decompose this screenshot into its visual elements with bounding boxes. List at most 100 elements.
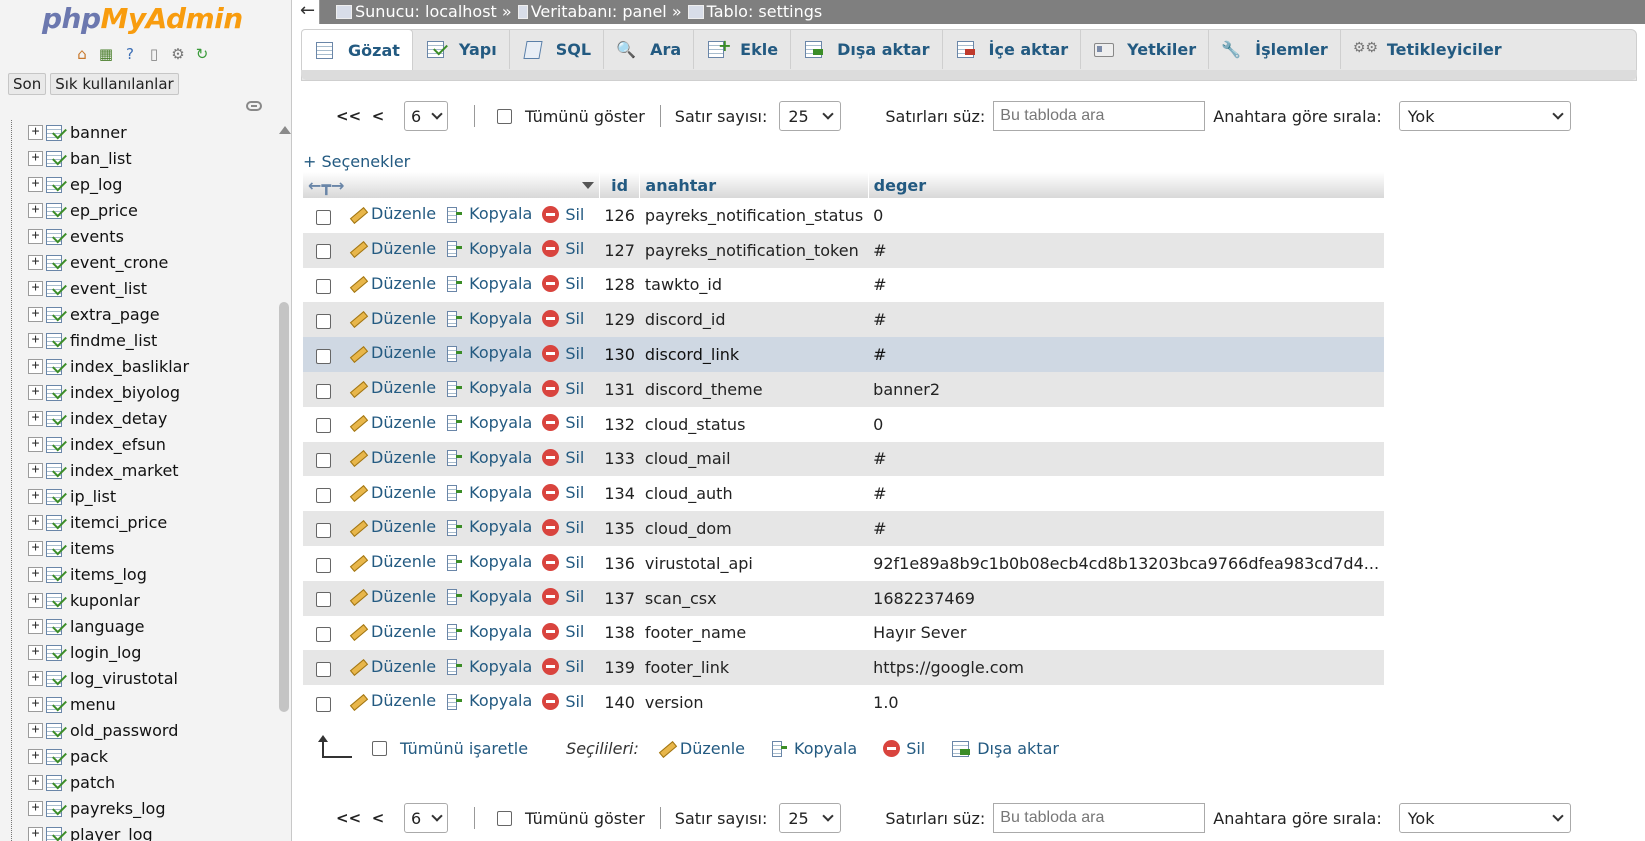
cell-anahtar[interactable]: cloud_dom [639, 511, 869, 546]
table-row[interactable]: Düzenle Kopyala Sil 134 cloud_auth # [303, 476, 1385, 512]
expand-icon[interactable]: + [28, 384, 43, 400]
nav-table-label[interactable]: menu [70, 695, 116, 714]
bulk-export-button[interactable]: Dışa aktar [951, 739, 1059, 758]
row-delete-button[interactable]: Sil [542, 274, 584, 293]
tab-privileges[interactable]: Yetkiler [1081, 29, 1210, 69]
nav-table-label[interactable]: pack [70, 747, 108, 766]
nav-table-label[interactable]: log_virustotal [70, 669, 178, 688]
show-all-label[interactable]: Tümünü göster [525, 107, 645, 126]
column-header-anahtar[interactable]: anahtar [639, 172, 869, 198]
page-select[interactable]: 6 [404, 803, 448, 833]
tab-structure[interactable]: Yapı [413, 29, 510, 69]
expand-icon[interactable]: + [28, 176, 43, 192]
expand-icon[interactable]: + [28, 358, 43, 374]
cell-anahtar[interactable]: discord_id [639, 302, 869, 338]
database-crumb[interactable]: Veritabanı: panel » [517, 2, 682, 21]
table-structure-icon[interactable] [46, 618, 64, 635]
nav-table-item[interactable]: + kuponlar [28, 587, 268, 613]
nav-table-label[interactable]: ban_list [70, 149, 132, 168]
table-structure-icon[interactable] [46, 410, 64, 427]
table-structure-icon[interactable] [46, 462, 64, 479]
table-structure-icon[interactable] [46, 228, 64, 245]
tab-export[interactable]: Dışa aktar [791, 29, 943, 69]
cell-anahtar[interactable]: discord_link [639, 337, 869, 372]
cell-anahtar[interactable]: cloud_mail [639, 441, 869, 477]
nav-table-item[interactable]: + index_market [28, 457, 268, 483]
row-copy-button[interactable]: Kopyala [446, 622, 532, 641]
nav-table-item[interactable]: + findme_list [28, 327, 268, 353]
table-structure-icon[interactable] [46, 176, 64, 193]
table-structure-icon[interactable] [46, 332, 64, 349]
nav-table-label[interactable]: event_list [70, 279, 147, 298]
nav-table-item[interactable]: + ep_log [28, 171, 268, 197]
filter-rows-input[interactable]: Bu tabloda ara [993, 101, 1206, 131]
nav-table-label[interactable]: itemci_price [70, 513, 167, 532]
expand-icon[interactable]: + [28, 748, 43, 764]
row-copy-button[interactable]: Kopyala [446, 587, 532, 606]
cell-deger[interactable]: 0 [868, 406, 1385, 442]
row-checkbox[interactable] [316, 209, 331, 225]
table-structure-icon[interactable] [46, 826, 64, 841]
nav-table-label[interactable]: items_log [70, 565, 147, 584]
cell-deger[interactable]: https://google.com [868, 650, 1385, 686]
table-row[interactable]: Düzenle Kopyala Sil 127 payreks_notification… [303, 232, 1385, 268]
nav-table-label[interactable]: event_crone [70, 253, 168, 272]
expand-icon[interactable]: + [28, 800, 43, 816]
nav-table-item[interactable]: + index_basliklar [28, 353, 268, 379]
tab-search[interactable]: 🔍 Ara [604, 29, 695, 69]
row-edit-button[interactable]: Düzenle [348, 239, 436, 258]
expand-icon[interactable]: + [28, 696, 43, 712]
row-delete-button[interactable]: Sil [542, 518, 584, 537]
cell-deger[interactable]: 0 [868, 198, 1385, 233]
table-row[interactable]: Düzenle Kopyala Sil 128 tawkto_id # [303, 267, 1385, 303]
table-structure-icon[interactable] [46, 150, 64, 167]
row-edit-button[interactable]: Düzenle [348, 691, 436, 710]
prev-page-button[interactable]: < [366, 107, 390, 125]
sort-by-key-select[interactable]: Yok [1398, 803, 1571, 833]
row-delete-button[interactable]: Sil [542, 344, 584, 363]
phpmyadmin-logo[interactable]: phpMyAdmin [42, 2, 243, 35]
cell-anahtar[interactable]: footer_link [639, 650, 869, 686]
row-delete-button[interactable]: Sil [542, 657, 584, 676]
check-all-label[interactable]: Tümünü işaretle [400, 739, 528, 758]
row-delete-button[interactable]: Sil [542, 379, 584, 398]
cell-id[interactable]: 135 [599, 511, 640, 546]
table-structure-icon[interactable] [46, 748, 64, 765]
first-page-button[interactable]: << [336, 809, 361, 827]
row-copy-button[interactable]: Kopyala [446, 657, 532, 676]
nav-table-item[interactable]: + index_efsun [28, 431, 268, 457]
sort-by-key-select[interactable]: Yok [1398, 101, 1571, 131]
cell-id[interactable]: 130 [599, 337, 640, 372]
expand-icon[interactable]: + [28, 722, 43, 738]
nav-table-label[interactable]: events [70, 227, 124, 246]
nav-table-label[interactable]: index_market [70, 461, 179, 480]
cell-deger[interactable]: # [868, 476, 1385, 512]
cell-deger[interactable]: 92f1e89a8b9c1b0b08ecb4cd8b13203bca9766df… [868, 545, 1385, 581]
cell-deger[interactable]: 1.0 [868, 685, 1385, 720]
cell-deger[interactable]: # [868, 232, 1385, 268]
row-edit-button[interactable]: Düzenle [348, 517, 436, 536]
row-copy-button[interactable]: Kopyala [446, 274, 532, 293]
bulk-delete-button[interactable]: Sil [883, 739, 925, 758]
cell-deger[interactable]: # [868, 511, 1385, 546]
nav-table-item[interactable]: + index_biyolog [28, 379, 268, 405]
row-edit-button[interactable]: Düzenle [348, 309, 436, 328]
tab-operations[interactable]: 🔧 İşlemler [1209, 29, 1341, 69]
cell-deger[interactable]: # [868, 302, 1385, 338]
recent-tab[interactable]: Son [8, 73, 47, 95]
show-all-label[interactable]: Tümünü göster [525, 809, 645, 828]
expand-icon[interactable]: + [28, 644, 43, 660]
column-resize-header[interactable]: ←┳→ [303, 172, 600, 198]
row-delete-button[interactable]: Sil [542, 309, 584, 328]
nav-table-item[interactable]: + ban_list [28, 145, 268, 171]
table-row[interactable]: Düzenle Kopyala Sil 131 discord_theme banner2 [303, 371, 1385, 407]
expand-icon[interactable]: + [28, 410, 43, 426]
row-checkbox[interactable] [316, 453, 331, 469]
bulk-edit-button[interactable]: Düzenle [657, 739, 745, 758]
nav-table-item[interactable]: + itemci_price [28, 509, 268, 535]
nav-table-label[interactable]: items [70, 539, 114, 558]
row-edit-button[interactable]: Düzenle [348, 204, 436, 223]
rows-per-page-select[interactable]: 25 [779, 101, 842, 131]
expand-icon[interactable]: + [28, 774, 43, 790]
table-row[interactable]: Düzenle Kopyala Sil 132 cloud_status 0 [303, 406, 1385, 442]
